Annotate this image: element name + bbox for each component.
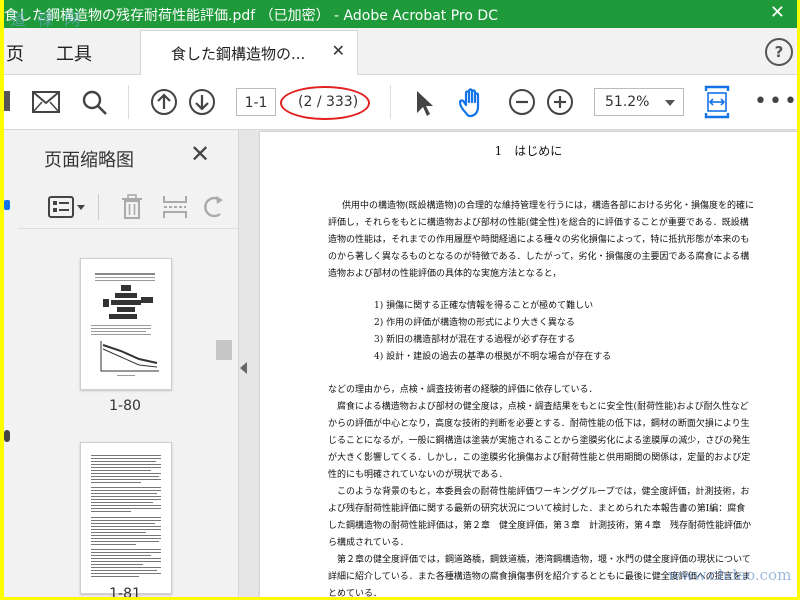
- window-close-icon[interactable]: ✕: [770, 2, 785, 23]
- body-line: 供用中の構造物(既設構造物)の合理的な維持管理を行うには，構造各部における劣化・…: [342, 201, 755, 211]
- body-line: じることになるが，一般に鋼構造は塗装が実施されることから塗膜劣化による塗膜厚の減…: [328, 436, 751, 446]
- body-line: 第２章の健全度評価では，鋼道路橋，鋼鉄道橋，港湾鋼構造物，堰・水門の健全度評価の…: [328, 555, 751, 565]
- body-line: とめている．: [328, 589, 383, 597]
- page-thumbnail[interactable]: [80, 258, 172, 390]
- bookmark-partial-icon[interactable]: [4, 200, 10, 210]
- panel-toolbar: [18, 184, 238, 229]
- body-line: 造物の性能は，それまでの作用履歴や時間経過による種々の劣化損傷によって，特に抵抗…: [328, 235, 750, 245]
- document-tab-label: 食した鋼構造物の...: [171, 45, 306, 63]
- previous-page-icon[interactable]: [150, 88, 178, 116]
- toolbar: 1-1 (2 / 333) 51.2% •••: [4, 75, 797, 130]
- collapse-panel-icon[interactable]: [240, 362, 247, 374]
- zoom-select[interactable]: 51.2%: [594, 88, 684, 116]
- thumbnail-preview: [91, 455, 161, 577]
- panel-separator: [98, 194, 99, 220]
- thumbnail-panel: 页面缩略图 ✕ 1-80 1-81: [18, 130, 239, 597]
- chevron-down-icon: [665, 100, 675, 106]
- thumbnail-options-icon[interactable]: [48, 196, 86, 218]
- zoom-value: 51.2%: [605, 94, 650, 110]
- rotate-icon[interactable]: [204, 194, 224, 220]
- panel-title: 页面缩略图: [44, 150, 134, 171]
- next-page-icon[interactable]: [188, 88, 216, 116]
- thumbnail-label: 1-81: [109, 586, 141, 597]
- extract-pages-icon[interactable]: [162, 194, 188, 220]
- body-line: のから著しく異なるものとなるのが特徴である．したがって，劣化・損傷度の主要因であ…: [328, 252, 750, 262]
- page-thumbnail[interactable]: [80, 442, 172, 594]
- partial-icon[interactable]: [4, 91, 10, 111]
- panel-scrollbar[interactable]: [216, 280, 232, 590]
- body-line: 腐食による構造物および部材の健全度は，点検・調査結果をもとに安全性(耐荷性能)お…: [328, 402, 749, 412]
- acrobat-window: 食した鋼構造物の残存耐荷性能評価.pdf （已加密） - Adobe Acrob…: [4, 0, 797, 597]
- body-line: 評価し，それらをもとに構造物および部材の性能(健全性)を総合的に評価することが重…: [328, 218, 749, 228]
- thumbnail-label: 1-80: [109, 398, 141, 414]
- panel-close-icon[interactable]: ✕: [190, 140, 210, 168]
- section-heading: 1 はじめに: [494, 144, 563, 158]
- menu-tools[interactable]: 工具: [56, 40, 92, 66]
- body-line: ら構成されている．: [328, 538, 409, 548]
- site-watermark: www.chdao.com: [668, 566, 792, 584]
- fit-page-icon[interactable]: [704, 85, 730, 119]
- delete-icon[interactable]: [120, 194, 144, 220]
- page-number-input[interactable]: 1-1: [236, 88, 276, 116]
- menu-tab-bar: 页 工具 食した鋼構造物の... ✕ ?: [4, 28, 797, 75]
- list-item: 4) 設計・建設の過去の基準の根拠が不明な場合が存在する: [374, 352, 612, 362]
- menu-home[interactable]: 页: [6, 40, 24, 66]
- body-line: 造物および部材の性能評価の具体的な実施方法となると，: [328, 269, 562, 279]
- body-line: 性的にも明確されていないのが現状である．: [328, 470, 508, 480]
- mail-icon[interactable]: [32, 91, 60, 113]
- body-line: が大きく影響してくる．しかし，この塗膜劣化損傷および耐荷性能と供用期間の関係は，…: [328, 453, 751, 463]
- search-icon[interactable]: [82, 90, 108, 116]
- document-tab[interactable]: 食した鋼構造物の... ✕: [140, 30, 358, 75]
- title-bar: 食した鋼構造物の残存耐荷性能評価.pdf （已加密） - Adobe Acrob…: [4, 0, 797, 29]
- pdf-page: 1 はじめに 供用中の構造物(既設構造物)の合理的な維持管理を行うには，構造各部…: [260, 132, 797, 597]
- attachment-partial-icon[interactable]: [4, 430, 10, 442]
- more-options-icon[interactable]: •••: [754, 89, 797, 114]
- hand-tool-icon[interactable]: [456, 87, 488, 119]
- list-item: 3) 新旧の構造部材が混在する過程が必ず存在する: [374, 335, 576, 345]
- list-item: 1) 損傷に関する正確な情報を得ることが極めて難しい: [374, 301, 594, 311]
- body-line: からの評価が中心となり，高度な技術的判断を必要とする．耐荷性能の低下は，鋼材の断…: [328, 419, 750, 429]
- body-line: このような背景のもと，本委員会の耐荷性能評価ワーキンググループでは，健全度評価，…: [328, 487, 750, 497]
- list-item: 2) 作用の評価が構造物の形式により大きく異なる: [374, 318, 575, 328]
- zoom-out-icon[interactable]: [508, 88, 536, 116]
- toolbar-separator: [390, 85, 391, 119]
- body-line: した鋼構造物の耐荷性能評価は，第２章 健全度評価，第３章 計測技術，第４章 残存…: [328, 521, 752, 531]
- body-line: などの理由から，点検・調査技術者の経験的評価に依存している．: [328, 385, 598, 395]
- thumbnail-preview: [91, 273, 159, 376]
- help-icon[interactable]: ?: [765, 38, 793, 66]
- body-line: よび残存耐荷性能評価に関する最新の研究状況について検討した．まとめられた本報告書…: [328, 504, 746, 514]
- left-icon-strip: [4, 130, 18, 597]
- zoom-in-icon[interactable]: [546, 88, 574, 116]
- scrollbar-thumb[interactable]: [216, 340, 232, 360]
- tab-close-icon[interactable]: ✕: [332, 41, 345, 60]
- corner-watermark: 道 禄 网: [10, 10, 84, 29]
- toolbar-separator: [128, 85, 129, 119]
- highlight-ellipse: [280, 86, 370, 120]
- select-cursor-icon[interactable]: [414, 89, 434, 117]
